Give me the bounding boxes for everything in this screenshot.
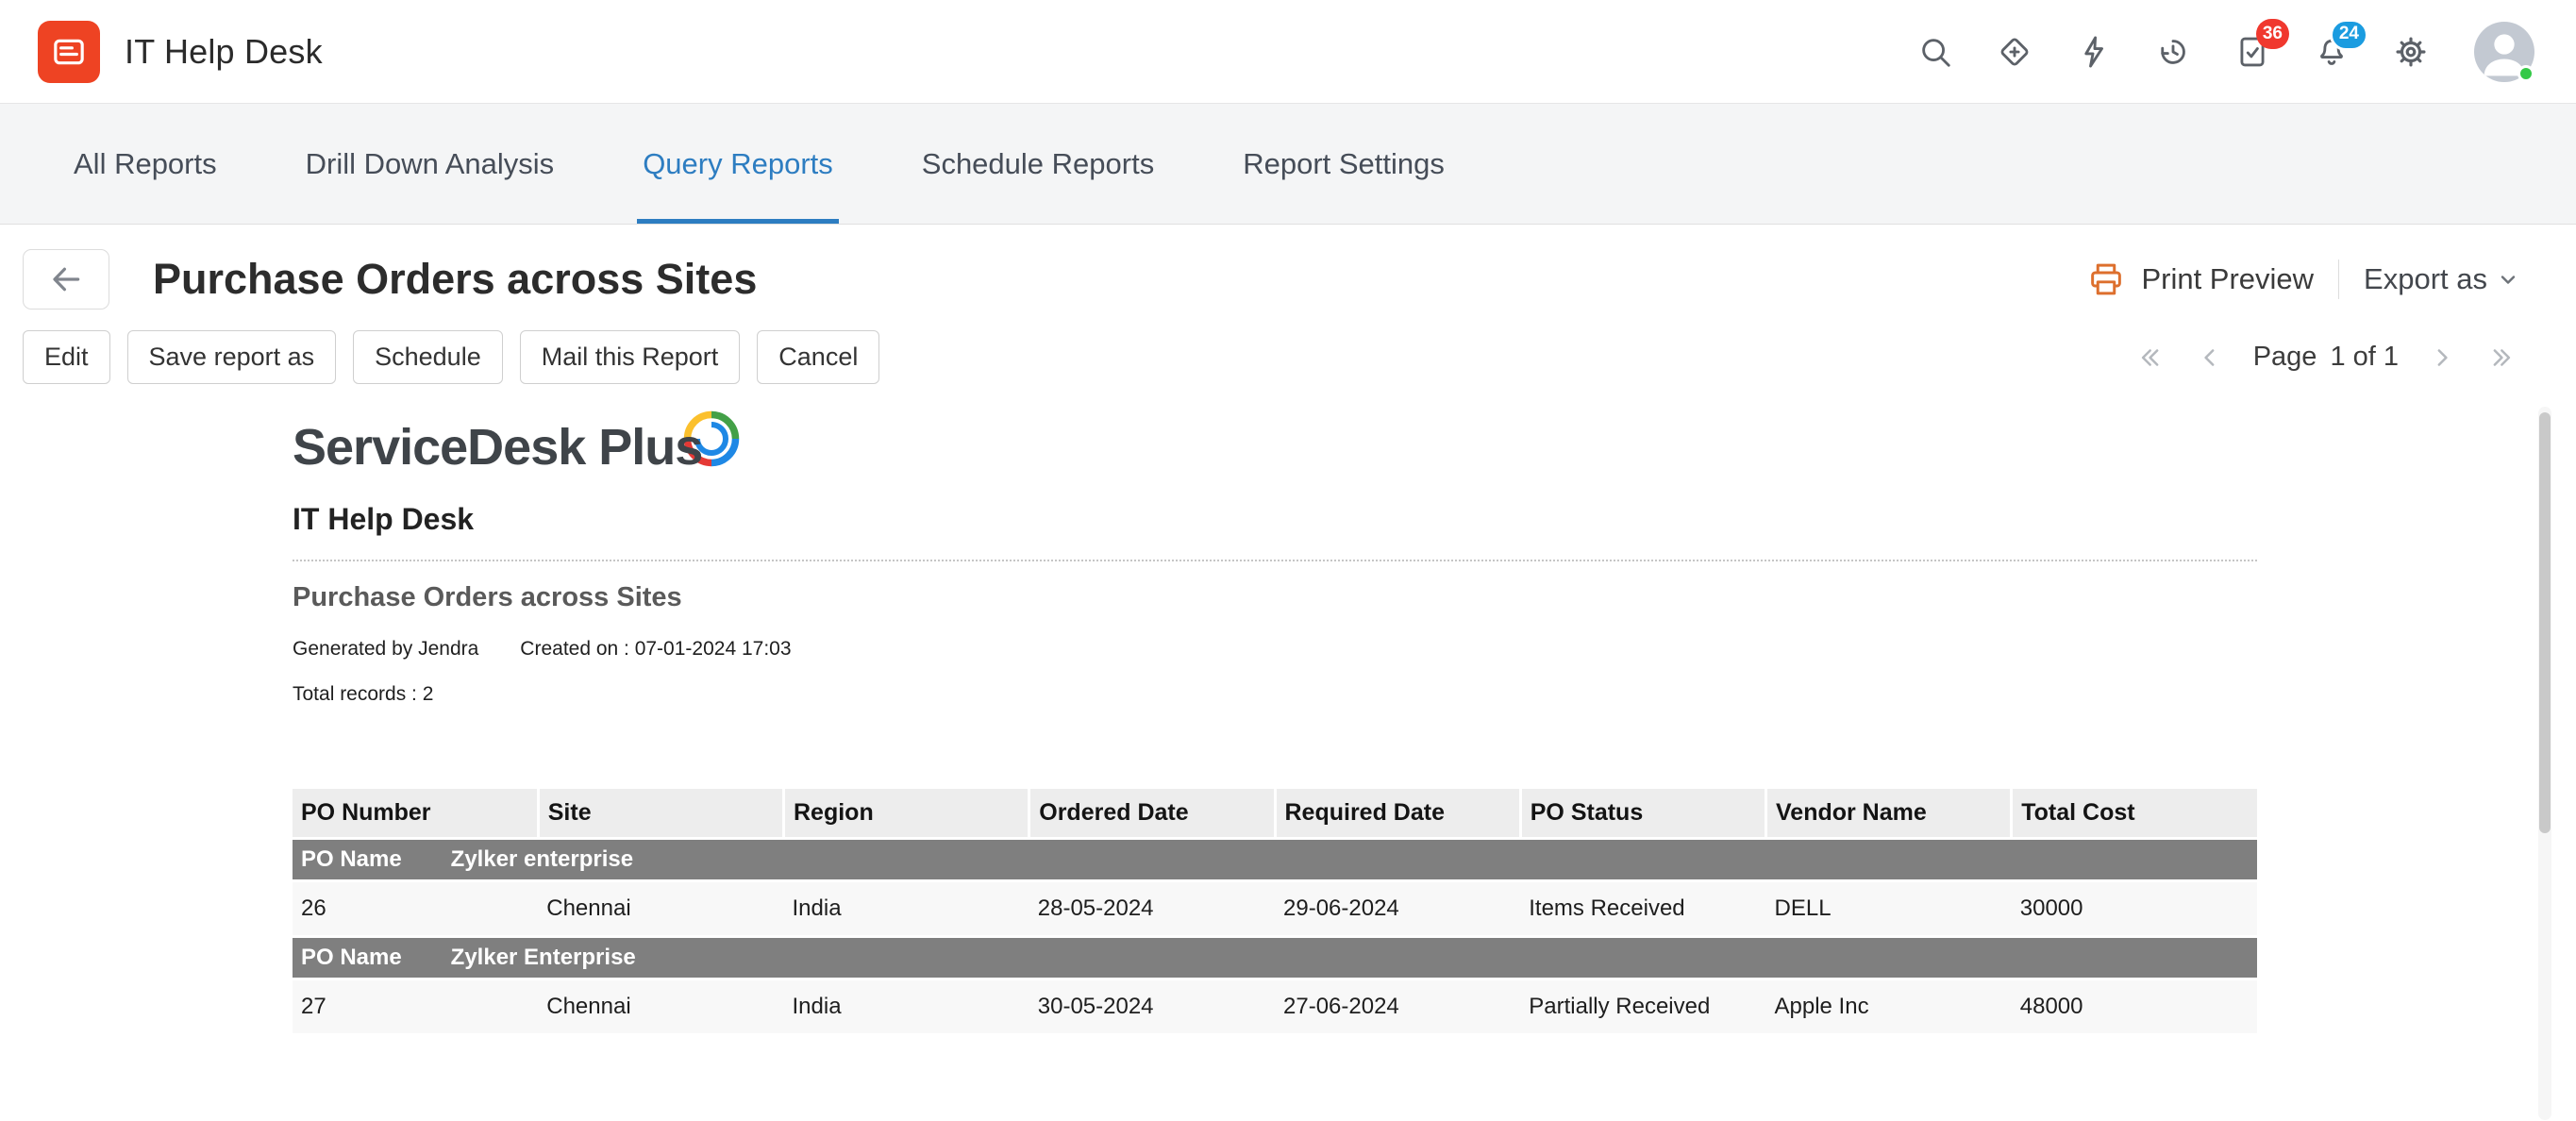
approvals-badge: 36 [2256, 19, 2289, 49]
scrollbar-thumb[interactable] [2539, 412, 2551, 833]
table-header-row: PO Number Site Region Ordered Date Requi… [293, 789, 2257, 839]
divider [2338, 259, 2339, 299]
column-header: PO Status [1520, 789, 1765, 839]
online-status-dot [2517, 65, 2534, 82]
cell: DELL [1766, 881, 2012, 937]
doc-title: IT Help Desk [293, 502, 2553, 537]
back-button[interactable] [23, 249, 109, 310]
cell: India [784, 979, 1029, 1035]
settings-icon[interactable] [2389, 30, 2433, 74]
pagination: Page 1 of 1 [2133, 341, 2519, 375]
report-viewport: ServiceDesk Plus IT Help Desk Purchase O… [23, 401, 2553, 1121]
page-title: Purchase Orders across Sites [153, 255, 757, 304]
export-as-label: Export as [2364, 262, 2487, 296]
cell: Apple Inc [1766, 979, 2012, 1035]
brand-area: IT Help Desk [38, 21, 323, 83]
brand-secondary: Plus [598, 419, 702, 476]
cell: Chennai [538, 881, 783, 937]
table-row: 26 Chennai India 28-05-2024 29-06-2024 I… [293, 881, 2257, 937]
tab-query-reports[interactable]: Query Reports [637, 104, 839, 224]
doc-meta: Generated by Jendra Created on : 07-01-2… [293, 638, 2553, 661]
page-label: Page [2253, 342, 2317, 373]
helpdesk-logo-icon [50, 33, 88, 71]
tab-report-settings[interactable]: Report Settings [1237, 104, 1450, 224]
group-row: PO Name Zylker Enterprise [293, 937, 2257, 979]
page-value: 1 of 1 [2330, 342, 2399, 373]
column-header: Site [538, 789, 783, 839]
schedule-button[interactable]: Schedule [353, 330, 503, 384]
column-header: Required Date [1275, 789, 1520, 839]
cell: Items Received [1520, 881, 1765, 937]
total-records: Total records : 2 [293, 683, 2553, 706]
app-title: IT Help Desk [125, 32, 323, 72]
brand-primary: ServiceDesk [293, 420, 585, 476]
notifications-icon[interactable]: 24 [2310, 30, 2353, 74]
mail-this-report-button[interactable]: Mail this Report [520, 330, 741, 384]
cell: 48000 [2012, 979, 2257, 1035]
scrollbar[interactable] [2538, 407, 2551, 1120]
cell: India [784, 881, 1029, 937]
tab-all-reports[interactable]: All Reports [68, 104, 223, 224]
cell: Partially Received [1520, 979, 1765, 1035]
save-report-as-button[interactable]: Save report as [127, 330, 337, 384]
cell: 28-05-2024 [1029, 881, 1275, 937]
cell: 27-06-2024 [1275, 979, 1520, 1035]
generated-by: Generated by Jendra [293, 638, 478, 661]
top-icons: 36 24 [1914, 22, 2534, 82]
column-header: PO Number [293, 789, 538, 839]
page-indicator: Page 1 of 1 [2253, 342, 2399, 373]
next-page-icon[interactable] [2425, 341, 2459, 375]
cell: 29-06-2024 [1275, 881, 1520, 937]
group-row: PO Name Zylker enterprise [293, 839, 2257, 881]
search-icon[interactable] [1914, 30, 1957, 74]
group-label: PO Name [301, 945, 444, 971]
print-preview-button[interactable]: Print Preview [2141, 262, 2314, 296]
cell: 30000 [2012, 881, 2257, 937]
user-avatar[interactable] [2474, 22, 2534, 82]
last-page-icon[interactable] [2485, 341, 2519, 375]
group-value: Zylker enterprise [451, 846, 633, 872]
cell: 26 [293, 881, 538, 937]
doc-report-title: Purchase Orders across Sites [293, 582, 2553, 613]
dotted-separator [293, 560, 2257, 561]
cell: Chennai [538, 979, 783, 1035]
cell: 30-05-2024 [1029, 979, 1275, 1035]
notifications-badge: 24 [2330, 19, 2368, 51]
head-right: Print Preview Export as [2086, 259, 2519, 299]
servicedesk-plus-logo: ServiceDesk Plus [293, 420, 2553, 476]
chevron-down-icon [2497, 268, 2519, 291]
previous-page-icon[interactable] [2193, 341, 2227, 375]
created-on: Created on : 07-01-2024 17:03 [520, 638, 791, 661]
column-header: Vendor Name [1766, 789, 2012, 839]
table-row: 27 Chennai India 30-05-2024 27-06-2024 P… [293, 979, 2257, 1035]
whats-new-icon[interactable] [1993, 30, 2036, 74]
first-page-icon[interactable] [2133, 341, 2166, 375]
edit-button[interactable]: Edit [23, 330, 110, 384]
approvals-icon[interactable]: 36 [2231, 30, 2274, 74]
app-logo[interactable] [38, 21, 100, 83]
quick-actions-icon[interactable] [2072, 30, 2116, 74]
cancel-button[interactable]: Cancel [757, 330, 879, 384]
arrow-left-icon [48, 261, 84, 297]
column-header: Region [784, 789, 1029, 839]
report-document: ServiceDesk Plus IT Help Desk Purchase O… [23, 401, 2553, 1036]
cell: 27 [293, 979, 538, 1035]
page-head: Purchase Orders across Sites Print Previ… [0, 249, 2576, 310]
recent-items-icon[interactable] [2151, 30, 2195, 74]
column-header: Ordered Date [1029, 789, 1275, 839]
export-as-button[interactable]: Export as [2364, 262, 2519, 296]
report-tabs: All Reports Drill Down Analysis Query Re… [0, 104, 2576, 225]
actions-row: Edit Save report as Schedule Mail this R… [0, 330, 2576, 384]
tab-schedule-reports[interactable]: Schedule Reports [916, 104, 1160, 224]
column-header: Total Cost [2012, 789, 2257, 839]
group-label: PO Name [301, 846, 444, 873]
group-value: Zylker Enterprise [451, 945, 636, 970]
tab-drill-down-analysis[interactable]: Drill Down Analysis [300, 104, 560, 224]
printer-icon[interactable] [2086, 259, 2126, 299]
top-bar: IT Help Desk [0, 0, 2576, 104]
report-table: PO Number Site Region Ordered Date Requi… [293, 789, 2257, 1036]
